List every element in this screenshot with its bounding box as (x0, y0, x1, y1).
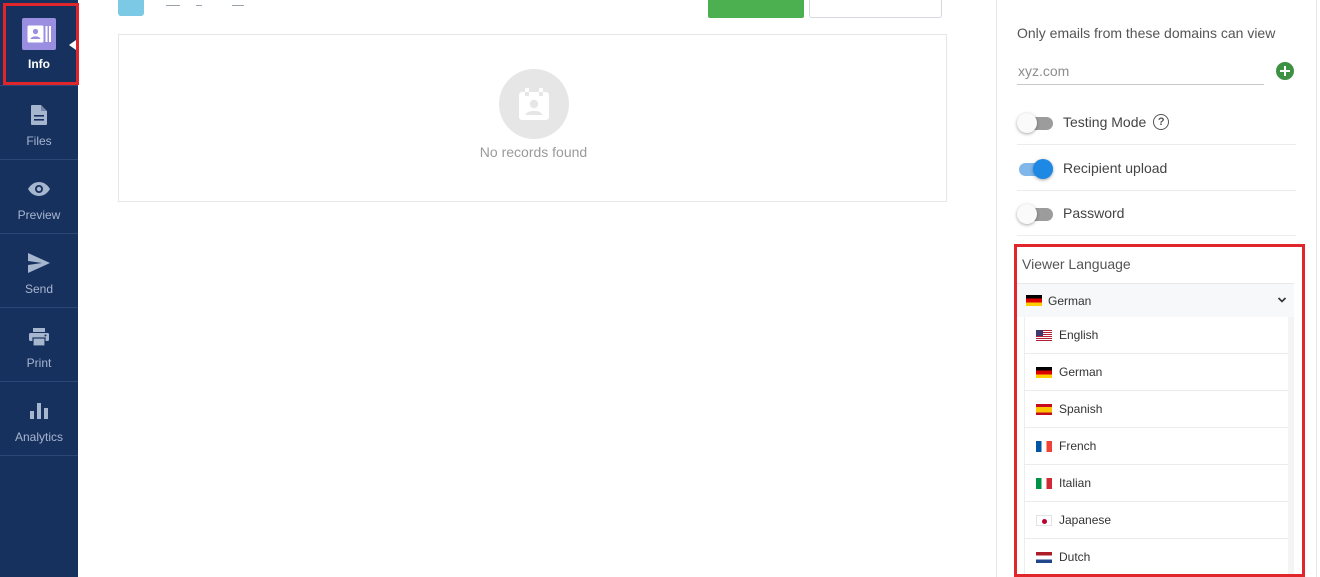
sidebar-item-send[interactable]: Send (0, 234, 78, 308)
panel-edge (1316, 0, 1317, 577)
password-toggle[interactable] (1017, 202, 1053, 224)
add-domain-button[interactable] (1276, 62, 1294, 80)
printer-icon (28, 326, 50, 348)
sidebar-item-label: Send (24, 282, 54, 296)
plus-circle-icon (1280, 66, 1290, 76)
question-circle-icon[interactable]: ? (1153, 113, 1170, 130)
sidebar-item-print[interactable]: Print (0, 308, 78, 382)
testing-mode-row: Testing Mode ? (1017, 99, 1296, 145)
testing-mode-label: Testing Mode (1063, 113, 1147, 130)
send-icon (28, 252, 50, 274)
sidebar-item-label: Print (26, 356, 52, 370)
panel-divider (996, 0, 997, 577)
empty-state-text: No records found (479, 144, 588, 160)
highlight-outline (1014, 244, 1305, 577)
sidebar-item-analytics[interactable]: Analytics (0, 382, 78, 456)
records-panel: No records found (118, 34, 947, 202)
recipient-upload-row: Recipient upload (1017, 145, 1296, 191)
allowed-domains-label: Only emails from these domains can view (1017, 25, 1276, 41)
sidebar-item-files[interactable]: Files (0, 86, 78, 160)
active-caret-icon (69, 40, 76, 50)
sidebar-item-label: Files (26, 134, 52, 148)
app-root: Info Files Preview Send Print Analytics … (0, 0, 1320, 577)
bar-chart-icon (28, 400, 50, 422)
truncated-heading (156, 0, 246, 8)
sidebar-item-label: Analytics (14, 430, 64, 444)
info-card-icon (22, 18, 56, 50)
password-row: Password (1017, 190, 1296, 236)
primary-action-button[interactable] (708, 0, 804, 18)
sidebar-item-info[interactable]: Info (0, 0, 78, 86)
sidebar-nav: Info Files Preview Send Print Analytics (0, 0, 79, 577)
testing-mode-toggle[interactable] (1017, 111, 1053, 133)
sidebar-item-preview[interactable]: Preview (0, 160, 78, 234)
file-icon (28, 104, 50, 126)
calendar-contact-icon (499, 69, 569, 139)
sidebar-item-label: Info (28, 57, 50, 71)
record-type-icon (118, 0, 144, 16)
password-label: Password (1063, 204, 1125, 221)
eye-icon (28, 178, 50, 200)
sidebar-item-label: Preview (17, 208, 61, 222)
domain-input[interactable] (1017, 58, 1264, 85)
secondary-action-button[interactable] (809, 0, 942, 18)
recipient-upload-label: Recipient upload (1063, 159, 1168, 176)
recipient-upload-toggle[interactable] (1017, 157, 1053, 179)
